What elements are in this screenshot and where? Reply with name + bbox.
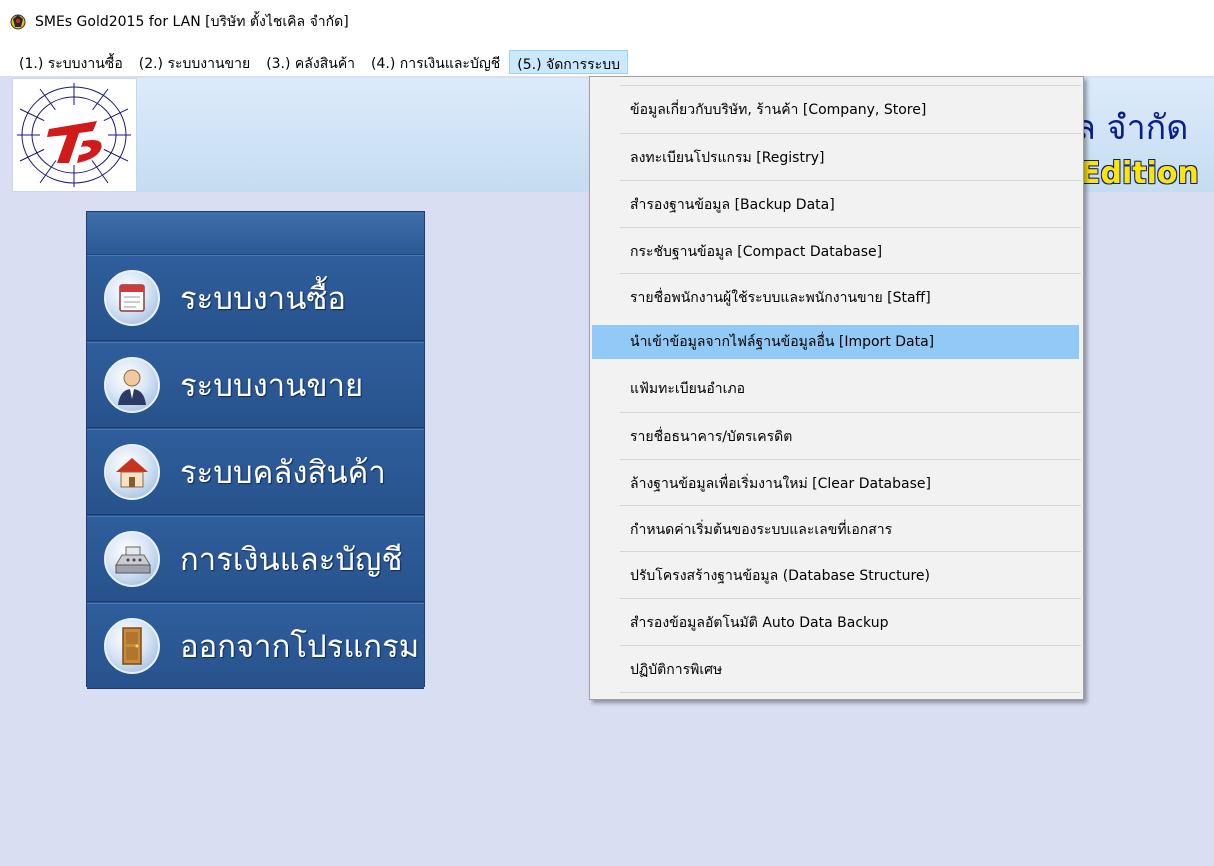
nav-item-label: ระบบงานซื้อ xyxy=(180,281,347,317)
banner-company-name: ัล จำกัด xyxy=(1075,108,1189,148)
menu-sales[interactable]: (2.) ระบบงานขาย xyxy=(132,50,257,74)
cash-register-icon xyxy=(104,531,160,587)
dropdown-item-compact-database[interactable]: กระชับฐานข้อมูล [Compact Database] xyxy=(592,228,1081,275)
main-nav-panel: ระบบงานซื้อ ระบบงานขาย ระบบคลังสินค้า กา… xyxy=(86,211,425,689)
nav-item-purchasing[interactable]: ระบบงานซื้อ xyxy=(87,255,424,341)
nav-item-label: การเงินและบัญชี xyxy=(180,542,403,578)
dropdown-item-clear-database[interactable]: ล้างฐานข้อมูลเพื่อเริ่มงานใหม่ [Clear Da… xyxy=(592,460,1081,507)
menu-separator xyxy=(620,692,1081,693)
company-logo xyxy=(12,78,137,192)
title-bar: SMEs Gold2015 for LAN [บริษัท ตั้งไชเคิล… xyxy=(0,0,1214,44)
nav-item-label: ออกจากโปรแกรม xyxy=(180,629,420,665)
menu-bar: (1.) ระบบงานซื้อ (2.) ระบบงานขาย (3.) คล… xyxy=(0,44,1214,76)
nav-item-label: ระบบงานขาย xyxy=(180,368,364,404)
menu-inventory[interactable]: (3.) คลังสินค้า xyxy=(259,50,362,74)
window-title: SMEs Gold2015 for LAN [บริษัท ตั้งไชเคิล… xyxy=(35,14,349,30)
calendar-icon xyxy=(104,270,160,326)
menu-system-management[interactable]: (5.) จัดการระบบ xyxy=(509,50,628,74)
nav-item-sales[interactable]: ระบบงานขาย xyxy=(87,342,424,428)
app-icon[interactable] xyxy=(9,13,27,31)
door-icon xyxy=(104,618,160,674)
ts-logo-icon xyxy=(17,83,131,187)
nav-item-exit[interactable]: ออกจากโปรแกรม xyxy=(87,603,424,689)
dropdown-item-system-defaults[interactable]: กำหนดค่าเริ่มต้นของระบบและเลขที่เอกสาร xyxy=(592,506,1081,553)
nav-panel-header xyxy=(87,212,424,255)
house-icon xyxy=(104,444,160,500)
dropdown-item-import-data[interactable]: นำเข้าข้อมูลจากไฟล์ฐานข้อมูลอื่น [Import… xyxy=(592,325,1079,359)
nav-item-inventory[interactable]: ระบบคลังสินค้า xyxy=(87,429,424,515)
system-management-dropdown: ข้อมูลเกี่ยวกับบริษัท, ร้านค้า [Company,… xyxy=(589,76,1084,700)
nav-item-finance[interactable]: การเงินและบัญชี xyxy=(87,516,424,602)
menu-finance[interactable]: (4.) การเงินและบัญชี xyxy=(364,50,507,74)
dropdown-item-auto-data-backup[interactable]: สำรองข้อมูลอัตโนมัติ Auto Data Backup xyxy=(592,599,1081,646)
dropdown-item-company-store[interactable]: ข้อมูลเกี่ยวกับบริษัท, ร้านค้า [Company,… xyxy=(592,86,1081,133)
dropdown-item-backup-data[interactable]: สำรองฐานข้อมูล [Backup Data] xyxy=(592,181,1081,228)
salesman-icon xyxy=(104,357,160,413)
dropdown-item-banks-credit-cards[interactable]: รายชื่อธนาคาร/บัตรเครดิต xyxy=(592,413,1081,460)
dropdown-item-database-structure[interactable]: ปรับโครงสร้างฐานข้อมูล (Database Structu… xyxy=(592,552,1081,599)
dropdown-item-special-operations[interactable]: ปฏิบัติการพิเศษ xyxy=(592,646,1081,693)
nav-item-label: ระบบคลังสินค้า xyxy=(180,455,386,491)
banner-edition-label: Edition xyxy=(1080,156,1199,191)
dropdown-item-district-registry[interactable]: แฟ้มทะเบียนอำเภอ xyxy=(592,365,1081,412)
menu-purchasing[interactable]: (1.) ระบบงานซื้อ xyxy=(12,50,130,74)
dropdown-item-staff[interactable]: รายชื่อพนักงานผู้ใช้ระบบและพนักงานขาย [S… xyxy=(592,274,1081,321)
dropdown-item-registry[interactable]: ลงทะเบียนโปรแกรม [Registry] xyxy=(592,134,1081,181)
